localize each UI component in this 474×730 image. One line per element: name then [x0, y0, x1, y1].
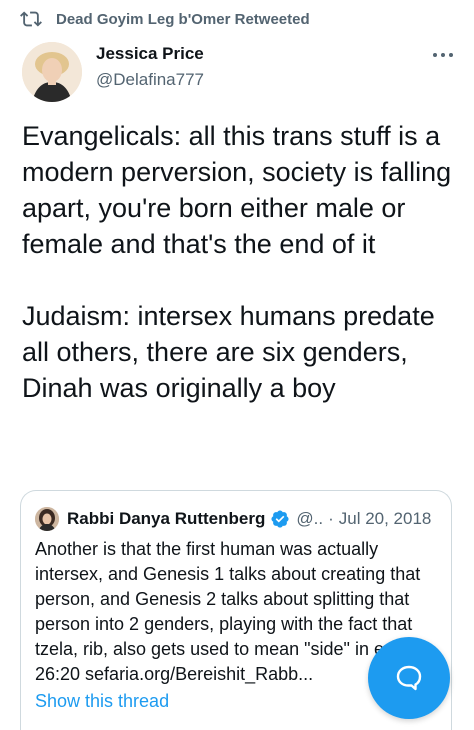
quoted-tweet-date: Jul 20, 2018: [338, 509, 432, 528]
author-avatar[interactable]: [22, 42, 82, 102]
retweet-label: Dead Goyim Leg b'Omer Retweeted: [56, 10, 310, 28]
more-icon[interactable]: [432, 50, 454, 60]
compose-reply-button[interactable]: [368, 637, 450, 719]
compose-reply-icon: [396, 665, 422, 691]
tweet-paragraph: Evangelicals: all this trans stuff is a …: [22, 121, 452, 259]
author-name[interactable]: Jessica Price: [96, 44, 204, 64]
quoted-author-avatar: [35, 507, 59, 531]
tweet-text: Evangelicals: all this trans stuff is a …: [22, 118, 462, 406]
quoted-tweet-header: Rabbi Danya Ruttenberg @.. · Jul 20, 201…: [35, 507, 431, 531]
quoted-author-handle: @..: [296, 509, 324, 528]
show-thread-link[interactable]: Show this thread: [35, 691, 169, 712]
retweet-context[interactable]: Dead Goyim Leg b'Omer Retweeted: [20, 8, 310, 30]
tweet-paragraph: Judaism: intersex humans predate all oth…: [22, 301, 435, 403]
author-handle[interactable]: @Delafina777: [96, 70, 204, 90]
retweet-icon: [20, 11, 42, 27]
quoted-author-name: Rabbi Danya Ruttenberg: [67, 509, 266, 528]
verified-icon: [271, 510, 289, 528]
header-separator: ·: [328, 509, 334, 528]
